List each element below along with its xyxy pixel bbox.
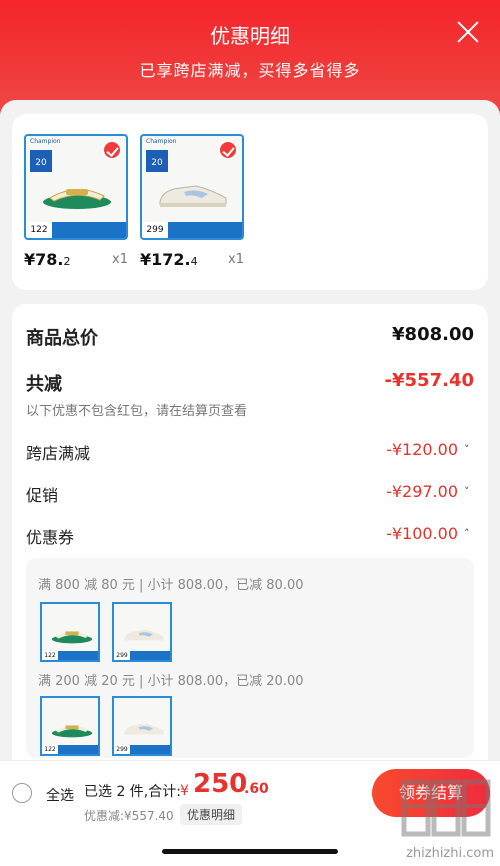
coupon-list: 满 800 减 80 元 | 小计 808.00，已减 80.00 122 29… xyxy=(26,558,474,758)
discount-label: 跨店满减 xyxy=(26,444,91,463)
coupon-product-thumb[interactable]: 299 xyxy=(112,602,172,662)
product-thumbnail[interactable]: Champion 20 299 xyxy=(140,134,244,240)
discount-amount: 优惠减:¥557.40 xyxy=(84,809,174,823)
thumb-price: 299 xyxy=(114,651,130,660)
total-amount-dec: .60 xyxy=(244,781,269,797)
check-icon[interactable] xyxy=(102,140,122,160)
total-price-value: ¥808.00 xyxy=(392,324,474,345)
coupon-product-thumb[interactable]: 122 xyxy=(40,696,100,756)
select-all-radio[interactable] xyxy=(12,783,32,803)
discount-label: 促销 xyxy=(26,486,59,505)
coupon-rule: 满 800 减 80 元 | 小计 808.00，已减 80.00 xyxy=(38,578,304,593)
close-icon[interactable] xyxy=(456,20,480,44)
product-quantity: x1 xyxy=(228,252,244,267)
promotion-row[interactable]: 促销 -¥297.00 ˅ xyxy=(26,482,474,506)
coupon-product-thumb[interactable]: 299 xyxy=(112,696,172,756)
page-title: 优惠明细 xyxy=(210,24,290,48)
total-price-row: 商品总价 ¥808.00 xyxy=(26,324,474,349)
discount-value: -¥100.00 xyxy=(386,524,458,543)
chevron-up-icon[interactable]: ˄ xyxy=(464,528,474,539)
watermark-logo-icon xyxy=(401,779,491,837)
total-reduce-label: 共减 xyxy=(26,374,62,395)
brand-logo: Champion xyxy=(146,138,177,145)
discount-value: -¥120.00 xyxy=(386,440,458,459)
discount-detail-button[interactable]: 优惠明细 xyxy=(180,804,243,825)
total-reduce-row: 共减 -¥557.40 xyxy=(26,370,474,395)
watermark-text: zhizhizhi.com xyxy=(406,846,494,861)
product-price: ¥172.4 xyxy=(140,250,198,269)
discount-value: -¥297.00 xyxy=(386,482,458,501)
thumb-price: 122 xyxy=(26,222,52,238)
total-price-label: 商品总价 xyxy=(26,328,98,349)
product-thumbnail[interactable]: Champion 20 122 xyxy=(24,134,128,240)
thumb-price: 299 xyxy=(142,222,168,238)
coupon-product-thumb[interactable]: 122 xyxy=(40,602,100,662)
discount-badge: 20 xyxy=(30,150,52,172)
sneaker-icon xyxy=(124,629,164,641)
brand-logo: Champion xyxy=(30,138,61,145)
check-icon[interactable] xyxy=(218,140,238,160)
product-quantity: x1 xyxy=(112,252,128,267)
selected-products: Champion 20 122 ¥78.2 x1 Champion 20 299… xyxy=(12,114,488,290)
product-item[interactable]: Champion 20 299 ¥172.4 x1 xyxy=(140,134,250,269)
select-all-label[interactable]: 全选 xyxy=(46,785,74,805)
page-subtitle: 已享跨店满减，买得多省得多 xyxy=(139,61,361,80)
thumb-price: 122 xyxy=(42,745,58,754)
thumb-price: 299 xyxy=(114,745,130,754)
product-item[interactable]: Champion 20 122 ¥78.2 x1 xyxy=(24,134,134,269)
discount-badge: 20 xyxy=(146,150,168,172)
selected-count: 已选 2 件,合计: xyxy=(84,784,181,800)
detail-sheet: Champion 20 122 ¥78.2 x1 Champion 20 299… xyxy=(0,100,500,866)
slide-sandal-icon xyxy=(43,189,111,209)
slide-sandal-icon xyxy=(51,631,93,644)
sneaker-icon xyxy=(124,723,164,735)
home-indicator[interactable] xyxy=(162,849,338,854)
coupon-row[interactable]: 优惠券 -¥100.00 ˄ xyxy=(26,524,474,548)
discount-label: 优惠券 xyxy=(26,528,75,547)
slide-sandal-icon xyxy=(51,725,93,738)
sneaker-icon xyxy=(159,185,227,207)
chevron-down-icon[interactable]: ˅ xyxy=(464,444,474,455)
thumb-price: 122 xyxy=(42,651,58,660)
coupon-rule: 满 200 减 20 元 | 小计 808.00，已减 20.00 xyxy=(38,674,304,689)
total-reduce-value: -¥557.40 xyxy=(384,370,474,391)
cross-store-discount-row[interactable]: 跨店满减 -¥120.00 ˅ xyxy=(26,440,474,464)
chevron-down-icon[interactable]: ˅ xyxy=(464,486,474,497)
total-amount-int: 250 xyxy=(193,769,248,799)
discount-note: 以下优惠不包含红包，请在结算页查看 xyxy=(26,404,248,419)
product-price: ¥78.2 xyxy=(24,250,71,269)
total-currency: ¥ xyxy=(180,783,189,799)
